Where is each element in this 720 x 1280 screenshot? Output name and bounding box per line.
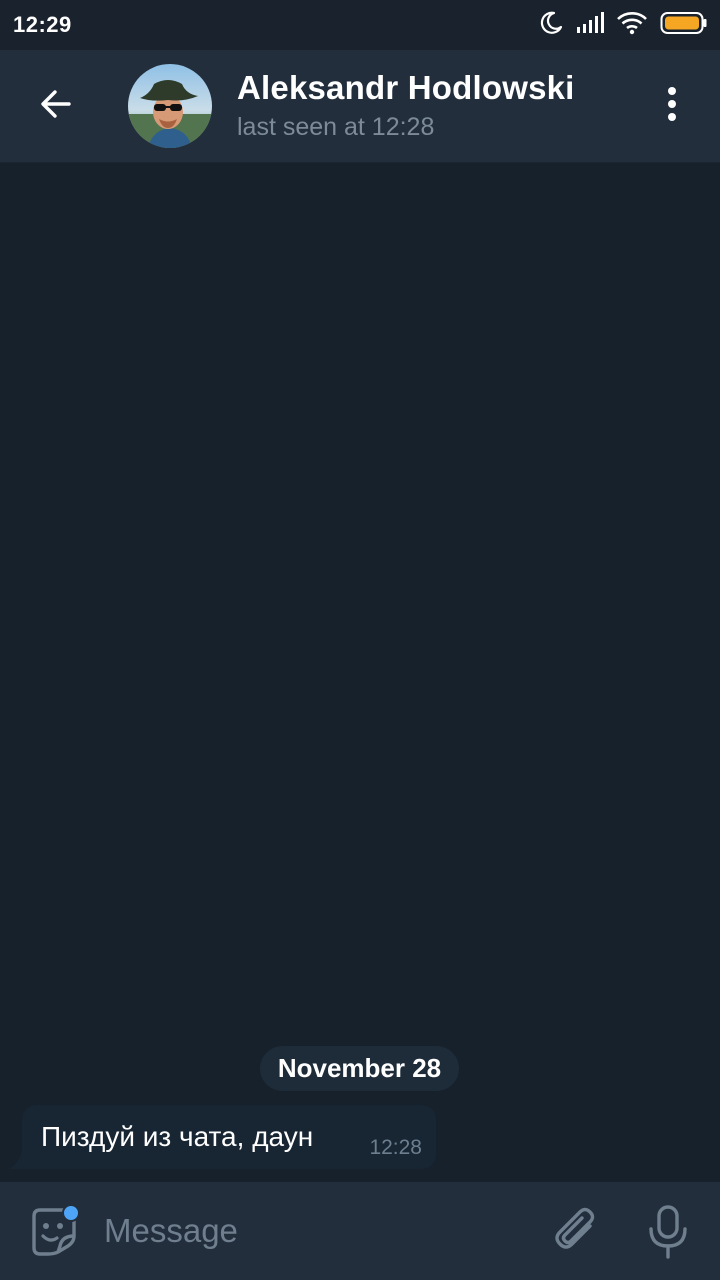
chat-header: Aleksandr Hodlowski last seen at 12:28: [0, 50, 720, 163]
voice-record-button[interactable]: [646, 1204, 690, 1260]
microphone-icon: [646, 1205, 690, 1264]
more-menu-button[interactable]: [648, 80, 696, 132]
status-icons: [538, 10, 708, 40]
incoming-message-bubble[interactable]: Пиздуй из чата, даун 12:28: [22, 1105, 436, 1169]
attach-button[interactable]: [552, 1206, 602, 1256]
battery-icon: [660, 11, 708, 40]
last-seen-status: last seen at 12:28: [237, 113, 435, 141]
wifi-icon: [616, 11, 648, 40]
paperclip-icon: [552, 1207, 602, 1260]
message-list[interactable]: November 28 Пиздуй из чата, даун 12:28: [0, 163, 720, 1181]
contact-name[interactable]: Aleksandr Hodlowski: [237, 69, 575, 107]
message-time: 12:28: [369, 1136, 422, 1159]
date-separator: November 28: [260, 1046, 459, 1091]
signal-icon: [576, 11, 604, 39]
sticker-emoji-icon: [28, 1208, 80, 1262]
notification-dot: [62, 1204, 80, 1222]
avatar[interactable]: [128, 64, 212, 148]
message-composer: [0, 1182, 720, 1280]
message-input[interactable]: [104, 1206, 524, 1256]
status-bar: 12:29: [0, 0, 720, 50]
emoji-button[interactable]: [28, 1204, 80, 1258]
back-button[interactable]: [28, 78, 84, 134]
arrow-left-icon: [38, 86, 74, 127]
status-time: 12:29: [13, 12, 72, 37]
more-vertical-icon: [666, 86, 678, 127]
message-text: Пиздуй из чата, даун: [41, 1121, 314, 1152]
moon-icon: [538, 10, 564, 41]
